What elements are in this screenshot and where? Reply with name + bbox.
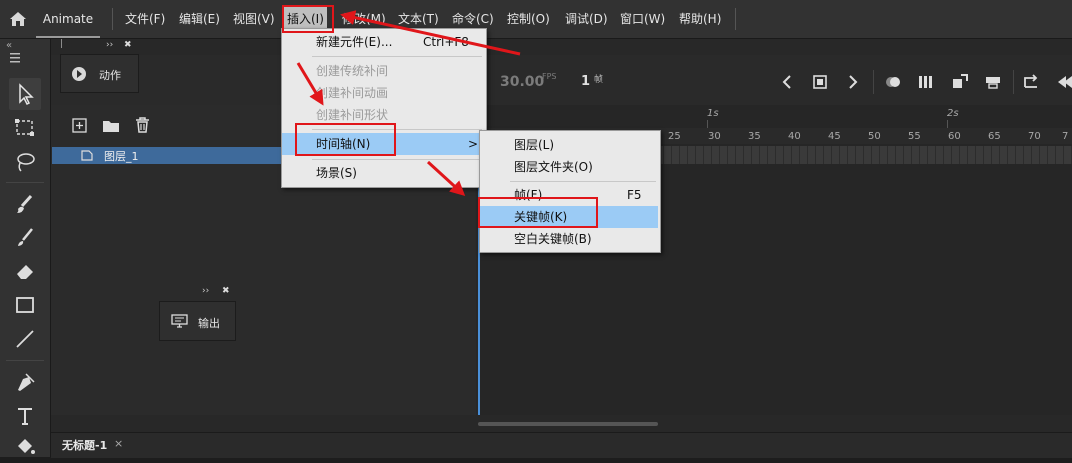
annotation-arrow	[340, 10, 521, 56]
annotation-arrow	[426, 160, 466, 197]
annotation-arrows	[296, 10, 521, 197]
annotation-arrow	[296, 62, 324, 106]
